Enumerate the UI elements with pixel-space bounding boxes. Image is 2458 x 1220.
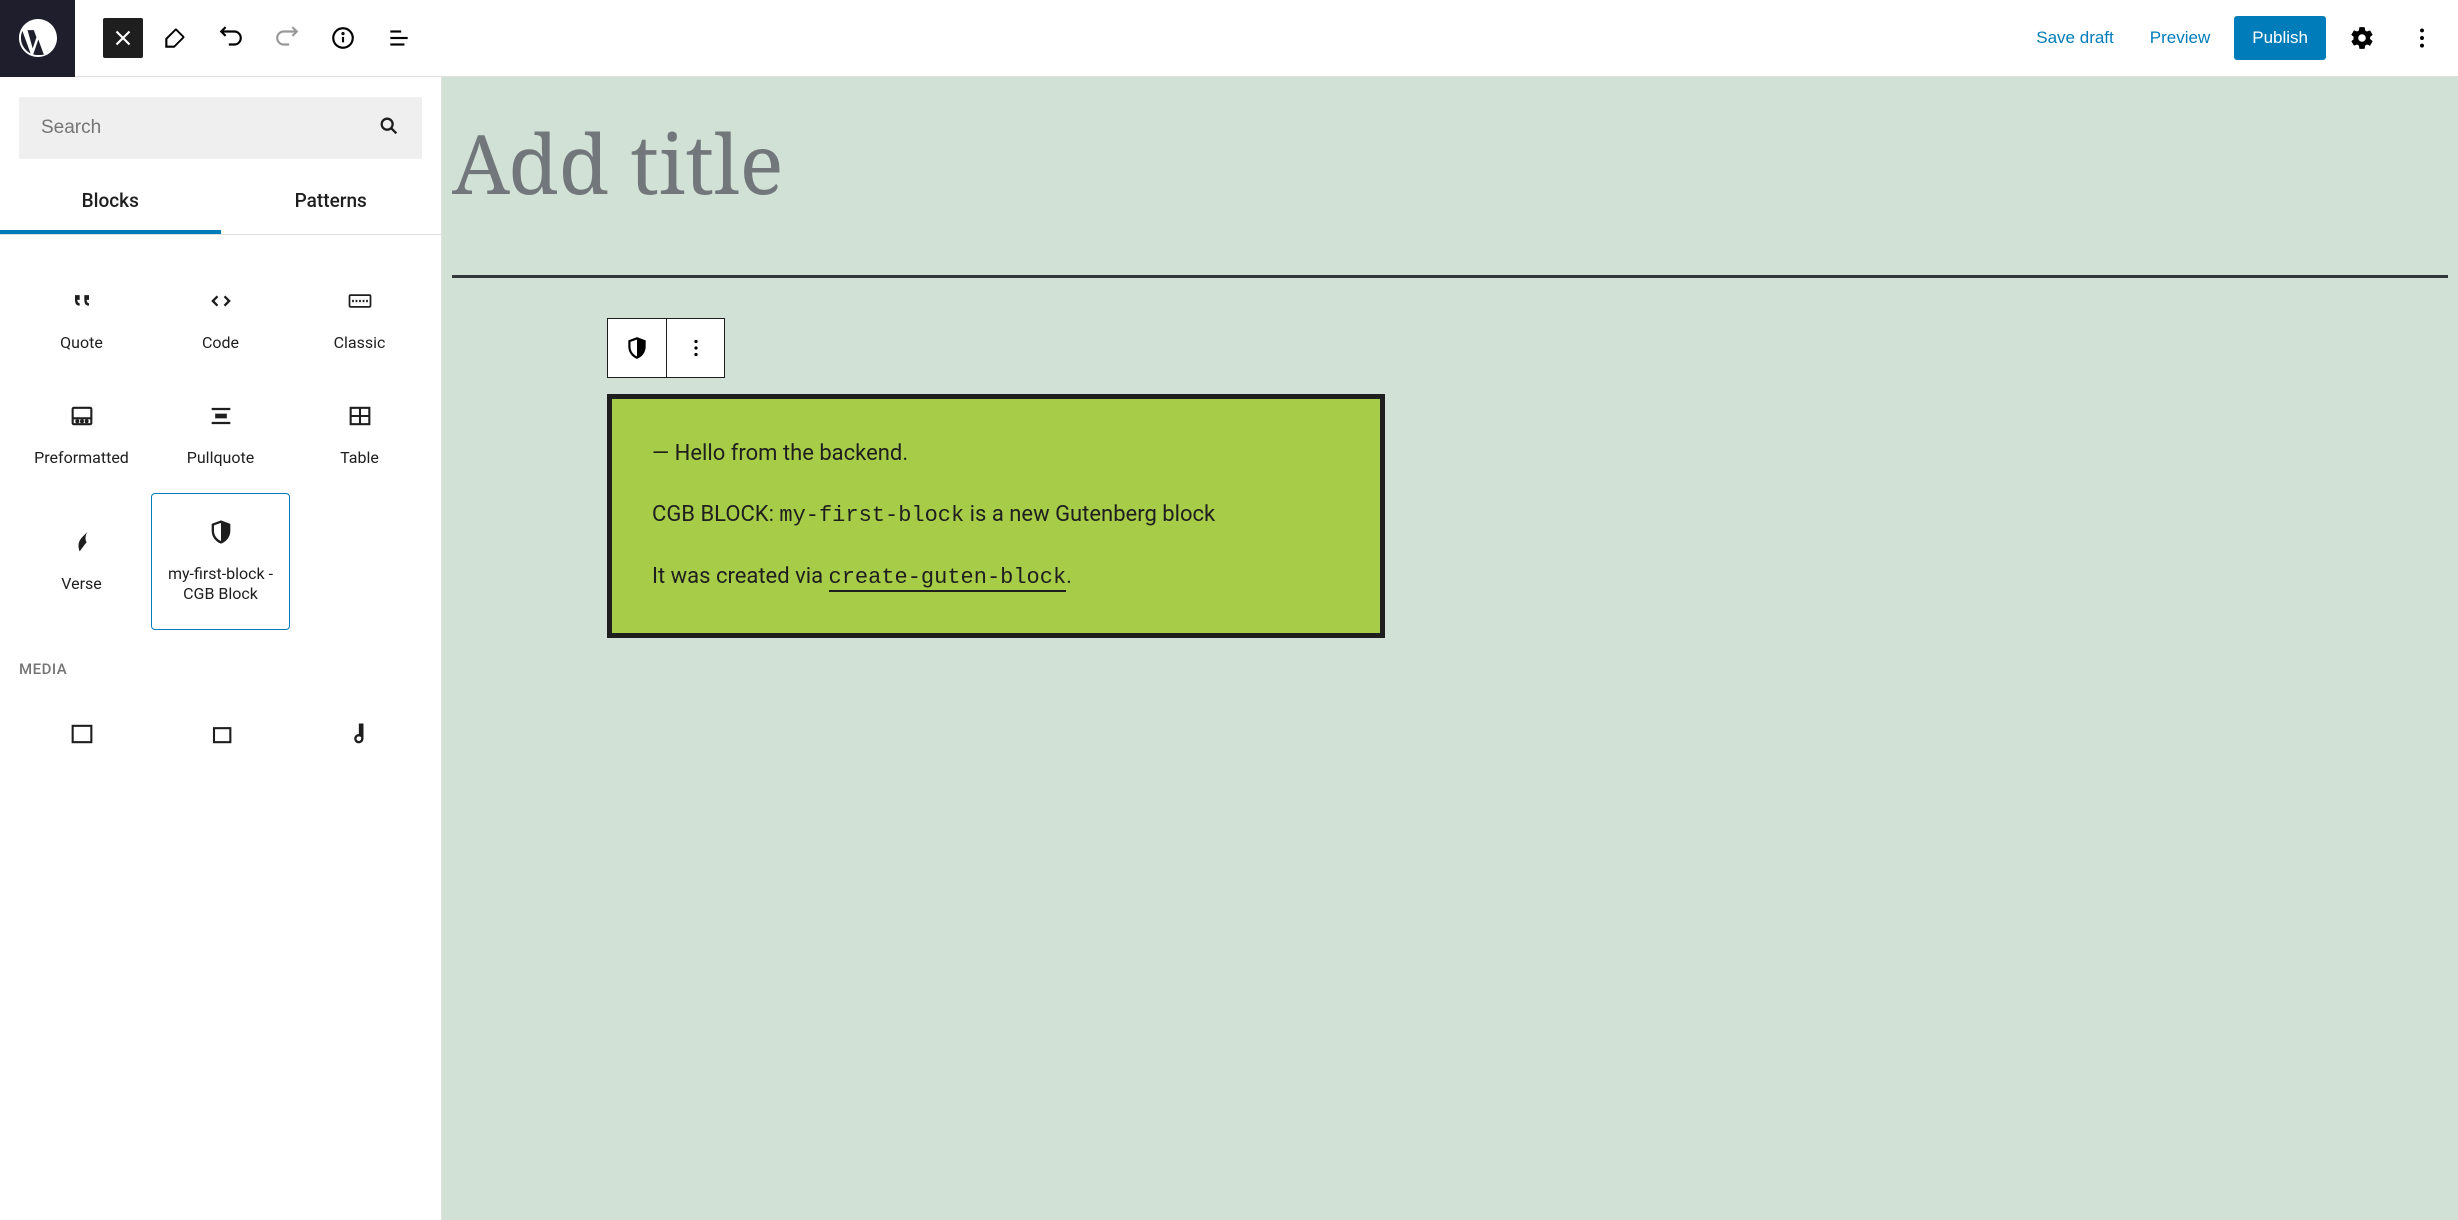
block-inserter-sidebar: Blocks Patterns Quote Code Classic Prefo… bbox=[0, 77, 442, 1220]
info-button[interactable] bbox=[319, 14, 367, 62]
more-options-button[interactable] bbox=[2398, 14, 2446, 62]
image-icon bbox=[68, 720, 96, 748]
block-table[interactable]: Table bbox=[290, 378, 429, 493]
block-line-2: CGB BLOCK: my-first-block is a new Guten… bbox=[652, 500, 1340, 532]
publish-button[interactable]: Publish bbox=[2234, 16, 2326, 60]
header-toolbar-left bbox=[75, 14, 423, 62]
post-title-input[interactable]: Add title bbox=[452, 107, 2458, 219]
block-media-1[interactable] bbox=[12, 696, 151, 772]
block-line-3: It was created via create-guten-block. bbox=[652, 562, 1340, 594]
redo-button[interactable] bbox=[263, 14, 311, 62]
quote-icon bbox=[68, 287, 96, 315]
block-search[interactable] bbox=[19, 97, 422, 159]
code-icon bbox=[207, 287, 235, 315]
search-icon bbox=[378, 115, 400, 141]
block-code[interactable]: Code bbox=[151, 263, 290, 378]
preformatted-icon bbox=[68, 402, 96, 430]
block-more-button[interactable] bbox=[666, 319, 724, 377]
header-toolbar-right: Save draft Preview Publish bbox=[2024, 14, 2446, 62]
block-quote[interactable]: Quote bbox=[12, 263, 151, 378]
block-line-1: — Hello from the backend. bbox=[652, 439, 1340, 470]
block-grid: Quote Code Classic Preformatted Pullquot… bbox=[0, 235, 441, 630]
inserter-tabs: Blocks Patterns bbox=[0, 171, 441, 235]
undo-button[interactable] bbox=[207, 14, 255, 62]
block-pullquote[interactable]: Pullquote bbox=[151, 378, 290, 493]
cgb-block[interactable]: — Hello from the backend. CGB BLOCK: my-… bbox=[607, 394, 1385, 638]
save-draft-button[interactable]: Save draft bbox=[2024, 20, 2126, 56]
table-icon bbox=[346, 402, 374, 430]
block-preformatted[interactable]: Preformatted bbox=[12, 378, 151, 493]
tab-patterns[interactable]: Patterns bbox=[221, 171, 442, 234]
block-grid-media bbox=[0, 686, 441, 772]
classic-icon bbox=[346, 287, 374, 315]
edit-tool-button[interactable] bbox=[151, 14, 199, 62]
outline-button[interactable] bbox=[375, 14, 423, 62]
block-toolbar bbox=[607, 318, 725, 378]
title-separator bbox=[452, 275, 2448, 278]
pullquote-icon bbox=[207, 402, 235, 430]
block-my-first-block[interactable]: my-first-block - CGB Block bbox=[151, 493, 290, 631]
close-inserter-button[interactable] bbox=[103, 18, 143, 58]
block-media-2[interactable] bbox=[151, 696, 290, 772]
shield-icon bbox=[207, 518, 235, 546]
block-search-input[interactable] bbox=[41, 117, 378, 139]
verse-icon bbox=[68, 528, 96, 556]
category-media: MEDIA bbox=[0, 630, 441, 686]
block-classic[interactable]: Classic bbox=[290, 263, 429, 378]
preview-button[interactable]: Preview bbox=[2138, 20, 2222, 56]
editor-canvas[interactable]: Add title — Hello from the backend. CGB … bbox=[442, 77, 2458, 1220]
editor-main: Blocks Patterns Quote Code Classic Prefo… bbox=[0, 77, 2458, 1220]
block-type-button[interactable] bbox=[608, 319, 666, 377]
settings-button[interactable] bbox=[2338, 14, 2386, 62]
wp-logo[interactable] bbox=[0, 0, 75, 77]
editor-header: Save draft Preview Publish bbox=[0, 0, 2458, 77]
block-verse[interactable]: Verse bbox=[12, 493, 151, 631]
gallery-icon bbox=[207, 720, 235, 748]
block-media-3[interactable] bbox=[290, 696, 429, 772]
tab-blocks[interactable]: Blocks bbox=[0, 171, 221, 234]
audio-icon bbox=[346, 720, 374, 748]
